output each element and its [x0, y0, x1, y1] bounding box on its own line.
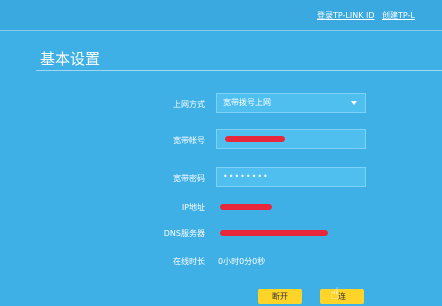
- ip-address-label: IP地址: [181, 203, 205, 212]
- connect-button[interactable]: 连: [320, 289, 364, 304]
- chevron-down-icon: [351, 101, 357, 105]
- create-tplink-id-link[interactable]: 创建TP-L: [382, 10, 415, 21]
- online-time-label: 在线时长: [173, 257, 205, 266]
- password-input[interactable]: ••••••••: [216, 167, 366, 187]
- connection-type-label: 上网方式: [173, 100, 205, 109]
- connection-type-select[interactable]: 宽带拨号上网: [216, 93, 366, 113]
- tplink-id-login-link[interactable]: 登录TP-LINK ID: [317, 10, 375, 21]
- connection-type-value: 宽带拨号上网: [223, 98, 271, 107]
- password-label: 宽带密码: [173, 174, 205, 183]
- account-label: 宽带帐号: [173, 136, 205, 145]
- top-bar: [0, 0, 442, 30]
- online-time-value: 0小时0分0秒: [218, 257, 266, 266]
- dns-server-label: DNS服务器: [163, 229, 205, 238]
- account-input[interactable]: [216, 129, 366, 149]
- title-divider: [36, 70, 442, 71]
- redacted-dns-server: [220, 230, 328, 236]
- redacted-account: [225, 136, 285, 142]
- redacted-ip-address: [220, 204, 272, 210]
- hand-cursor-icon: ☝: [330, 284, 340, 303]
- disconnect-button[interactable]: 断开: [258, 289, 302, 304]
- divider: [0, 30, 442, 31]
- page-title: 基本设置: [40, 50, 101, 68]
